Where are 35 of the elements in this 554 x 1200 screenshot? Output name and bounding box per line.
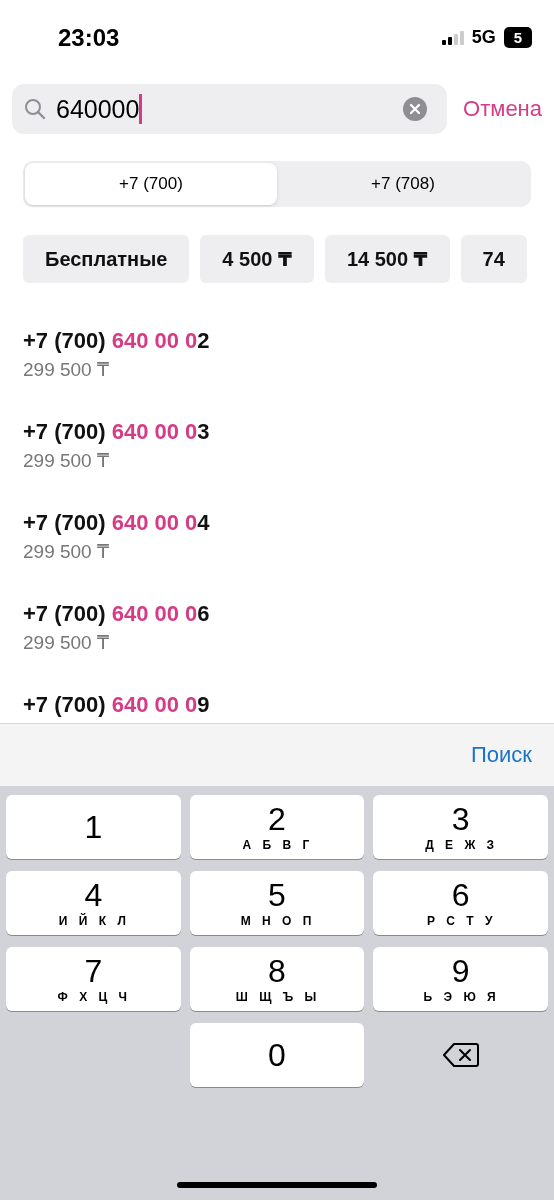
- phone-number[interactable]: +7 (700) 640 00 09: [23, 692, 554, 718]
- search-icon: [24, 98, 46, 120]
- digit-key[interactable]: 3 Д Е Ж З: [373, 795, 548, 859]
- prefix-tab[interactable]: +7 (700): [25, 163, 277, 205]
- price-filter[interactable]: 14 500 ₸: [324, 235, 450, 283]
- digit-key[interactable]: 4 И Й К Л: [6, 871, 181, 935]
- digit-key[interactable]: 6 Р С Т У: [373, 871, 548, 935]
- phone-number[interactable]: +7 (700) 640 00 02: [23, 328, 554, 354]
- network-label: 5G: [471, 27, 496, 48]
- status-time: 23:03: [58, 23, 120, 52]
- digit-key[interactable]: 0: [189, 1023, 365, 1087]
- clear-icon: [403, 97, 428, 121]
- price-filter[interactable]: 74: [460, 235, 527, 283]
- battery-level: 5: [503, 27, 532, 48]
- number-price: 299 500 ₸: [23, 540, 111, 563]
- number-price: 299 500 ₸: [23, 358, 111, 381]
- number-price: 299 500 ₸: [23, 449, 111, 472]
- digit-key[interactable]: 1: [6, 795, 181, 859]
- price-filter[interactable]: Бесплатные: [23, 235, 190, 283]
- digit-key[interactable]: 8 Ш Щ Ъ Ы: [189, 947, 365, 1011]
- backspace-icon: [442, 1042, 479, 1068]
- phone-number[interactable]: +7 (700) 640 00 06: [23, 601, 554, 627]
- signal-icon: [441, 30, 464, 45]
- search-key[interactable]: Поиск: [471, 742, 532, 768]
- number-price: 299 500 ₸: [23, 631, 111, 654]
- cancel-button[interactable]: Отмена: [463, 96, 542, 122]
- phone-number[interactable]: +7 (700) 640 00 03: [23, 419, 554, 445]
- phone-number[interactable]: +7 (700) 640 00 04: [23, 510, 554, 536]
- prefix-tab[interactable]: +7 (708): [277, 163, 529, 205]
- digit-key[interactable]: 9 Ь Э Ю Я: [373, 947, 548, 1011]
- search-field[interactable]: 640000: [12, 84, 448, 134]
- digit-key[interactable]: 7 Ф Х Ц Ч: [6, 947, 181, 1011]
- digit-key[interactable]: 2 А Б В Г: [189, 795, 365, 859]
- digit-key[interactable]: 5 М Н О П: [189, 871, 365, 935]
- price-filter[interactable]: 4 500 ₸: [200, 235, 314, 283]
